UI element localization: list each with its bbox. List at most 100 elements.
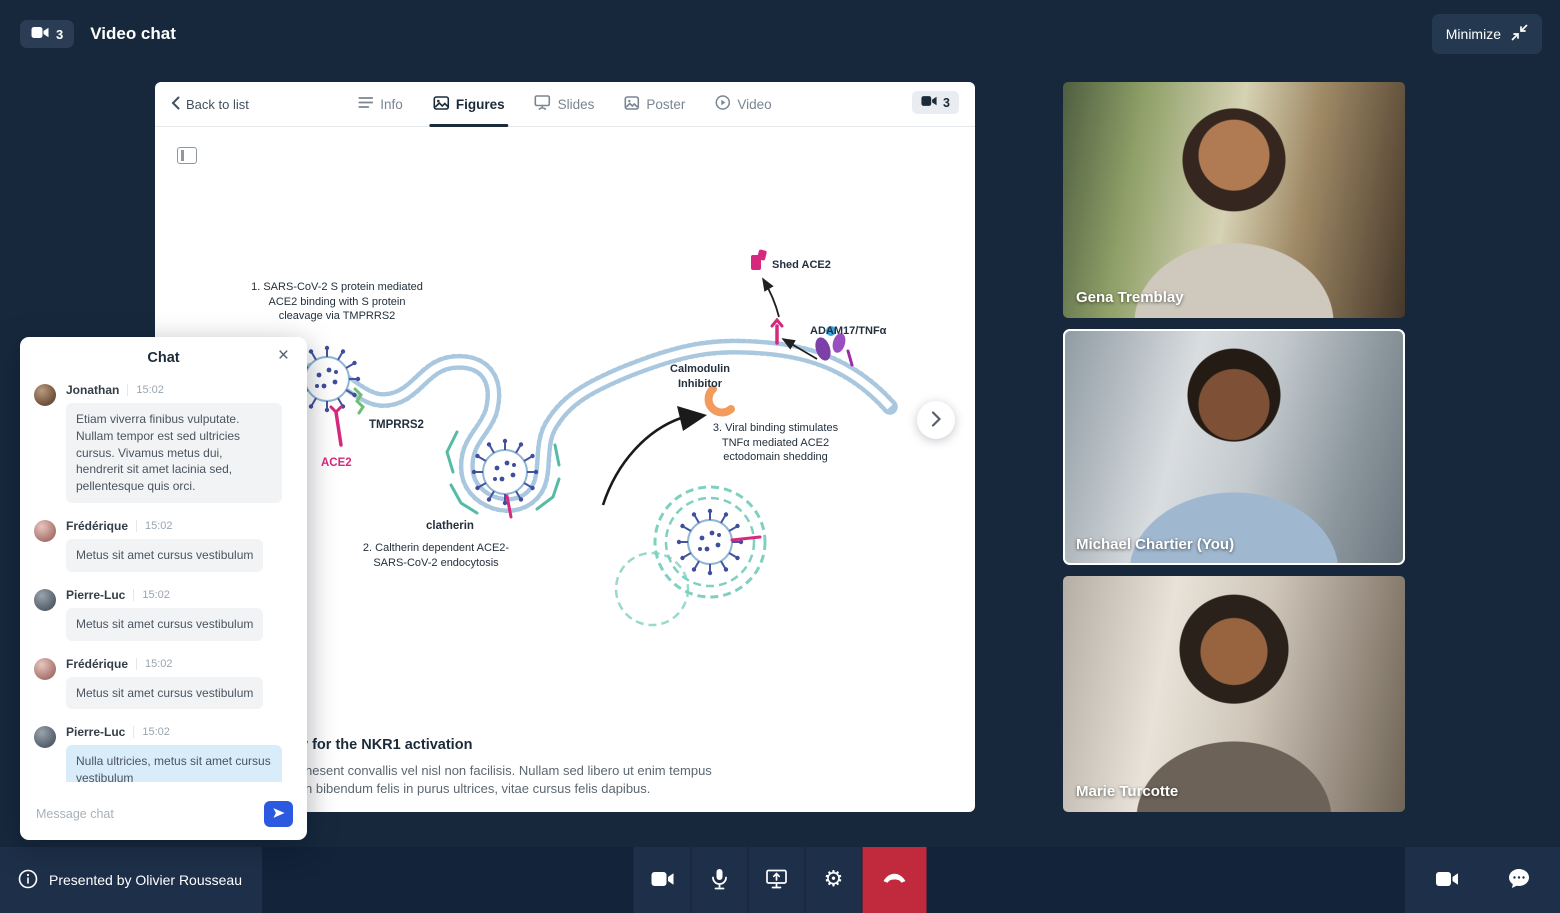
figure-label-shed-ace2: Shed ACE2 [772,259,831,271]
chat-message: Pierre-Luc 15:02 Nulla ultricies, metus … [34,725,293,782]
chat-header: Chat × [20,337,307,373]
message-author: Pierre-Luc [66,587,126,602]
footer-bar: Presented by Olivier Rousseau ⚙ [0,847,1560,913]
message-author: Frédérique [66,518,129,533]
message-author: Jonathan [66,383,120,397]
tab-poster-label: Poster [646,96,686,112]
tab-info[interactable]: Info [358,82,403,126]
presentation-icon [534,95,551,113]
tab-poster[interactable]: Poster [624,82,685,126]
figure-caption-body: nesent convallis vel nisl non facilisis.… [305,762,712,797]
tab-info-label: Info [380,96,403,112]
viewer-header: Back to list Info Figures Slides Poster … [155,82,975,127]
chat-message: Frédérique 15:02 Metus sit amet cursus v… [34,519,293,572]
tab-figures-label: Figures [455,96,505,112]
microphone-icon [710,868,730,893]
page-title: Video chat [90,24,176,43]
video-tile-marie-turcotte[interactable]: Marie Turcotte [1063,576,1405,812]
video-tile-michael-chartier-you[interactable]: Michael Chartier (You) [1063,329,1405,565]
footer-right-controls [1405,847,1560,913]
chat-panel: Chat × Jonathan 15:02 Etiam viverra fini… [20,337,307,840]
list-icon [358,96,374,112]
chevron-left-icon [171,96,180,113]
camera-icon [921,95,937,110]
figure-label-step3: 3. Viral binding stimulates TNFα mediate… [712,422,839,464]
screen-share-icon [766,869,788,892]
figure-label-calmodulin: Calmodulin Inhibitor [670,363,730,390]
chat-messages: Jonathan 15:02 Etiam viverra finibus vul… [20,377,307,782]
camera-icon [31,26,49,42]
end-call-icon [882,873,908,888]
participant-name: Michael Chartier (You) [1076,536,1235,553]
minimize-icon [1511,24,1528,44]
viewer-participants-count: 3 [943,95,950,110]
figure-label-step2: 2. Caltherin dependent ACE2-SARS-CoV-2 e… [362,542,510,569]
chat-bubble-icon [1508,868,1530,892]
tab-video[interactable]: Video [715,82,772,126]
chat-input-row [20,788,307,840]
back-to-list-label: Back to list [186,96,249,112]
minimize-button-label: Minimize [1445,26,1501,42]
info-icon [18,869,38,892]
message-author: Pierre-Luc [66,725,126,740]
chat-message-input[interactable] [34,806,264,822]
viewer-tabs: Info Figures Slides Poster Video [358,82,772,127]
avatar [34,384,56,406]
message-time: 15:02 [136,657,173,670]
call-controls: ⚙ [633,847,927,913]
gear-icon: ⚙ [823,867,844,892]
presenter-info: Presented by Olivier Rousseau [0,847,262,913]
message-bubble: Metus sit amet cursus vestibulum [66,676,264,710]
figure-label-adam17: ADAM17/TNFα [810,325,887,337]
avatar [34,588,56,611]
message-bubble: Etiam viverra finibus vulputate. Nullam … [66,403,282,503]
message-time: 15:02 [136,519,173,532]
figure-caption-line1: nesent convallis vel nisl non facilisis.… [305,763,712,778]
play-icon [715,95,731,113]
tab-figures[interactable]: Figures [428,82,509,127]
microphone-toggle-button[interactable] [690,847,748,913]
tab-video-label: Video [737,96,772,112]
next-figure-button[interactable] [917,401,955,439]
close-icon[interactable]: × [272,345,295,366]
viewer-participants-badge: 3 [912,91,959,114]
participant-name: Marie Turcotte [1076,783,1179,800]
settings-button[interactable]: ⚙ [804,847,862,913]
end-call-button[interactable] [861,847,927,913]
message-bubble: Metus sit amet cursus vestibulum [66,607,264,641]
participant-name: Gena Tremblay [1076,289,1184,306]
message-time: 15:02 [133,588,170,601]
send-message-button[interactable] [264,801,293,827]
minimize-button[interactable]: Minimize [1431,14,1542,54]
chat-toggle-button[interactable] [1502,867,1536,893]
tab-slides[interactable]: Slides [534,82,595,126]
screen-share-button[interactable] [747,847,805,913]
message-time: 15:02 [127,384,164,396]
figure-caption-line2: n bibendum felis in purus ultrices, vita… [305,780,651,796]
message-bubble: Nulla ultricies, metus sit amet cursus v… [66,745,282,782]
back-to-list-link[interactable]: Back to list [171,96,249,113]
message-author: Frédérique [66,656,129,671]
figure-label-step1: 1. SARS-CoV-2 S protein mediated ACE2 bi… [251,281,423,323]
figure-label-ace2: ACE2 [321,457,352,469]
camera-icon [1435,870,1459,891]
message-bubble: Metus sit amet cursus vestibulum [66,538,264,572]
video-tile-gena-tremblay[interactable]: Gena Tremblay [1063,82,1405,318]
poster-icon [624,95,640,113]
camera-settings-button[interactable] [1429,869,1465,892]
avatar [34,726,56,749]
chevron-right-icon [931,410,942,430]
chat-message: Jonathan 15:02 Etiam viverra finibus vul… [34,383,293,503]
chat-message: Frédérique 15:02 Metus sit amet cursus v… [34,657,293,710]
figure-caption-title: y for the NKR1 activation [300,737,473,753]
camera-toggle-button[interactable] [633,847,691,913]
avatar [34,519,56,542]
figure-label-clatherin: clatherin [426,520,474,532]
presented-by-label: Presented by Olivier Rousseau [49,872,242,888]
avatar [34,657,56,680]
tab-slides-label: Slides [557,96,595,112]
image-icon [433,95,449,113]
send-icon [272,806,286,823]
participants-count: 3 [56,26,64,42]
camera-icon [650,870,674,891]
